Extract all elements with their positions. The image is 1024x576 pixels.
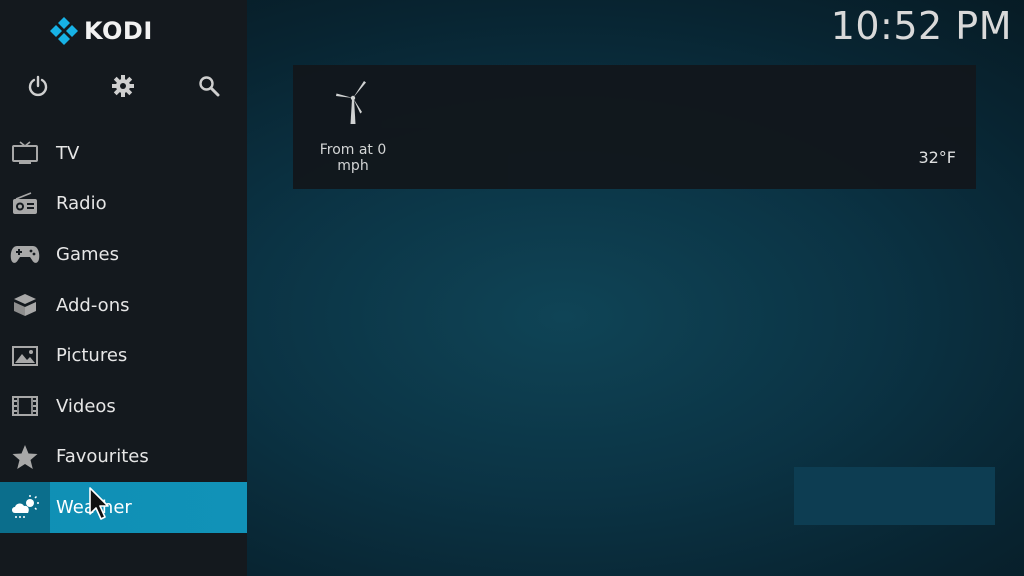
mouse-cursor-icon: [89, 487, 109, 520]
temperature-value: 32°F: [918, 148, 956, 167]
menu-item-label: Favourites: [56, 446, 149, 468]
menu-item-games[interactable]: Games: [0, 229, 247, 280]
menu-item-radio[interactable]: Radio: [0, 179, 247, 230]
clock: 10:52 PM: [830, 4, 1012, 48]
search-button[interactable]: [193, 70, 225, 102]
tv-icon: [0, 128, 50, 178]
kodi-logo: KODI: [50, 16, 153, 46]
power-button[interactable]: [22, 70, 54, 102]
menu-item-label: Videos: [56, 395, 116, 417]
wind-text: From at 0 mph: [319, 142, 387, 174]
focus-panel[interactable]: [794, 467, 995, 525]
search-icon: [199, 76, 220, 97]
radio-icon: [0, 179, 50, 229]
menu-item-label: Add-ons: [56, 294, 130, 316]
menu-item-videos[interactable]: Videos: [0, 381, 247, 432]
menu-item-pictures[interactable]: Pictures: [0, 330, 247, 381]
weather-panel: From at 0 mph 32°F: [293, 65, 976, 189]
menu-item-label: TV: [56, 142, 80, 164]
menu-item-label: Pictures: [56, 345, 128, 367]
sidebar: KODI TV Radio Games Add-ons Pictures Vid…: [0, 0, 247, 576]
menu-item-label: Radio: [56, 193, 107, 215]
kodi-logo-icon: [50, 17, 78, 45]
top-icon-bar: [0, 70, 247, 102]
star-icon: [0, 432, 50, 482]
menu-item-addons[interactable]: Add-ons: [0, 280, 247, 331]
main-menu: TV Radio Games Add-ons Pictures Videos F…: [0, 128, 247, 533]
menu-item-favourites[interactable]: Favourites: [0, 432, 247, 483]
settings-button[interactable]: [107, 70, 139, 102]
film-icon: [0, 381, 50, 431]
power-icon: [28, 75, 48, 97]
gamepad-icon: [0, 229, 50, 279]
box-icon: [0, 280, 50, 330]
picture-icon: [0, 331, 50, 381]
menu-item-tv[interactable]: TV: [0, 128, 247, 179]
gear-icon: [112, 75, 134, 97]
menu-item-label: Games: [56, 243, 119, 265]
wind-turbine-icon: [336, 81, 366, 124]
weather-icon: [0, 482, 50, 533]
menu-item-weather[interactable]: Weather: [0, 482, 247, 533]
kodi-logo-text: KODI: [84, 17, 153, 45]
